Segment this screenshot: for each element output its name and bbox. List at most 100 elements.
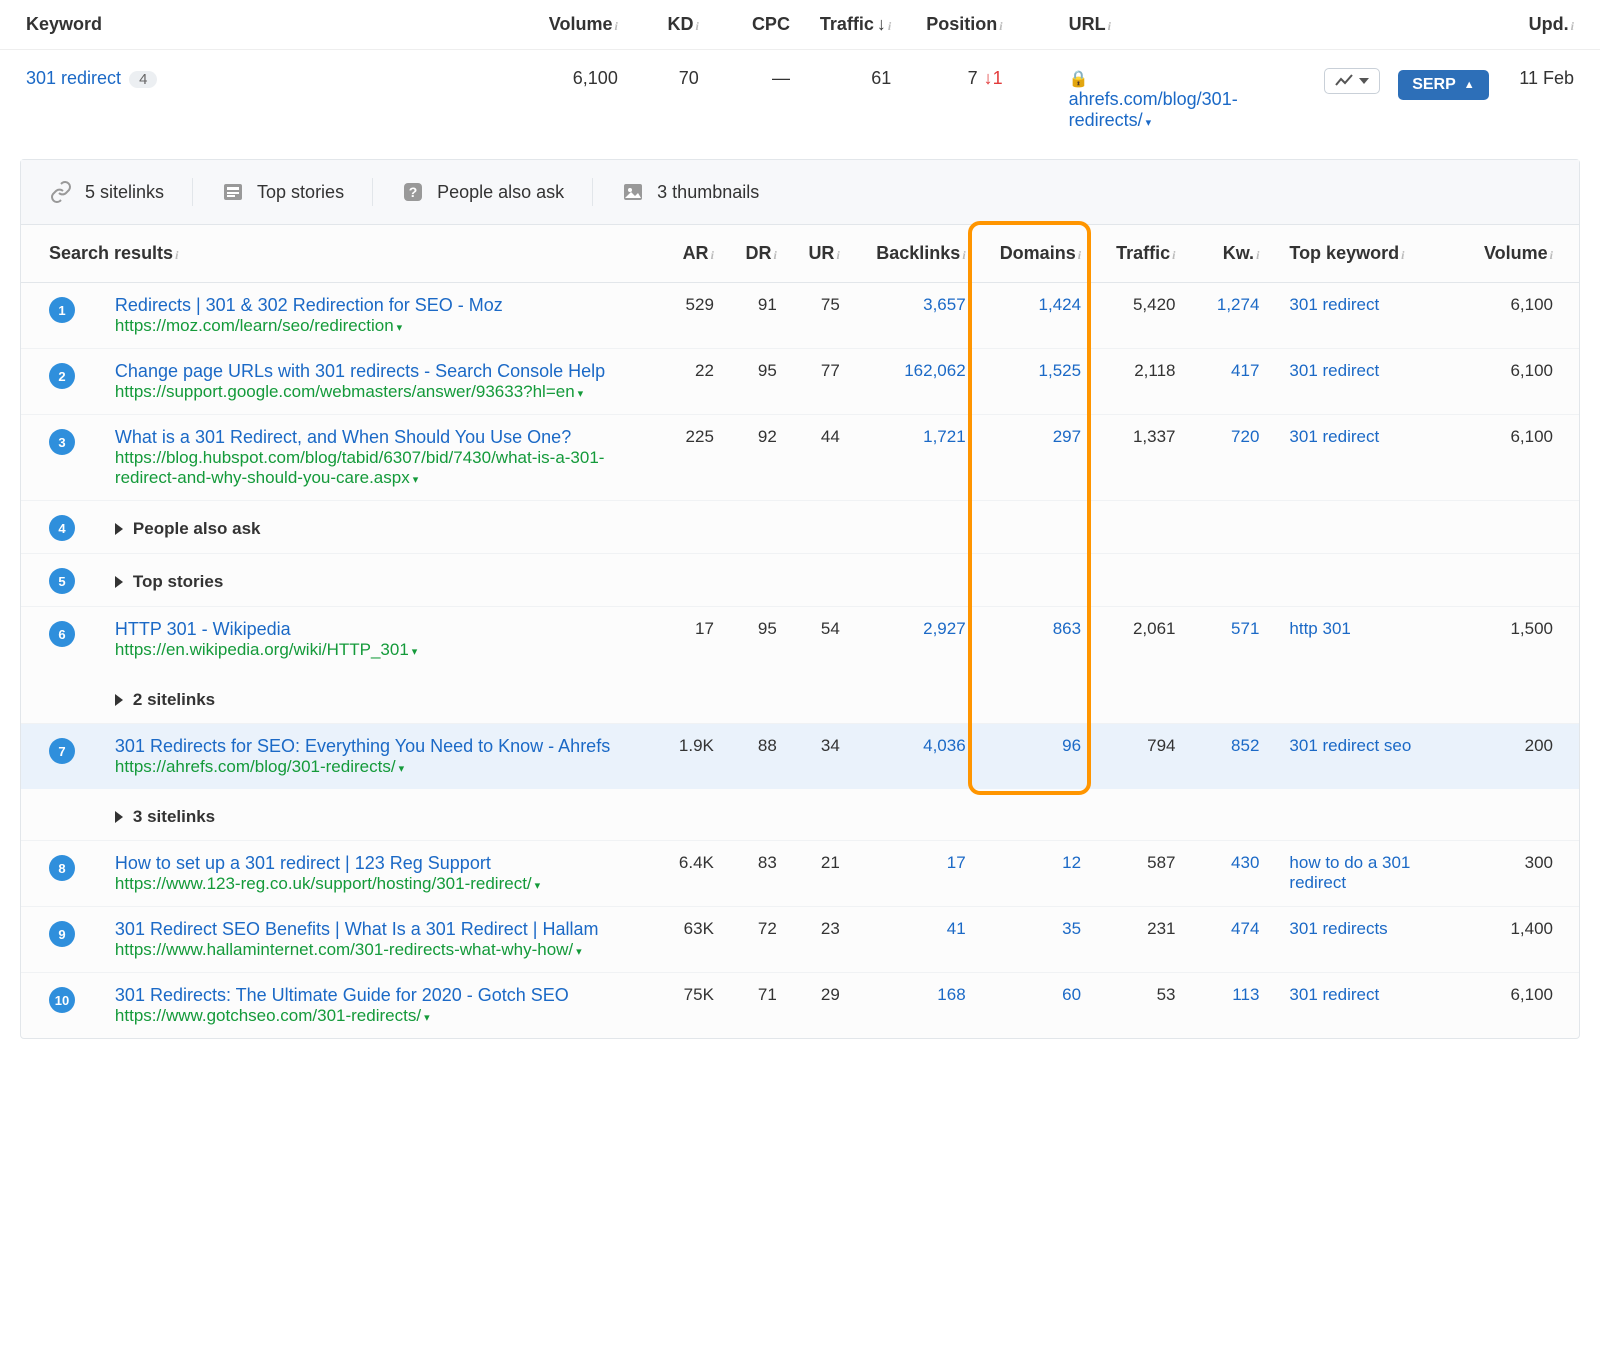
col-position[interactable]: Positioni [901, 0, 1012, 50]
info-icon[interactable]: i [1078, 248, 1081, 262]
kw-value[interactable]: 1,274 [1185, 283, 1269, 349]
col-dr[interactable]: DRi [724, 225, 787, 283]
serp-button[interactable]: SERP▲ [1398, 70, 1488, 100]
top-keyword-link[interactable]: 301 redirects [1269, 907, 1468, 973]
expand-sitelinks[interactable]: 3 sitelinks [115, 807, 215, 827]
col-volume[interactable]: Volumei [496, 0, 628, 50]
info-icon[interactable]: i [888, 19, 891, 33]
result-title-link[interactable]: What is a 301 Redirect, and When Should … [115, 427, 571, 447]
url-dropdown-icon[interactable]: ▾ [424, 1012, 430, 1024]
result-title-link[interactable]: 301 Redirect SEO Benefits | What Is a 30… [115, 919, 599, 939]
top-keyword-link[interactable]: 301 redirect [1269, 415, 1468, 501]
url-dropdown-icon[interactable]: ▾ [535, 880, 541, 892]
thumbnails-feature[interactable]: 3 thumbnails [621, 180, 759, 204]
info-icon[interactable]: i [836, 248, 839, 262]
info-icon[interactable]: i [1571, 19, 1574, 33]
result-title-link[interactable]: HTTP 301 - Wikipedia [115, 619, 291, 639]
result-url-link[interactable]: https://ahrefs.com/blog/301-redirects/ [115, 757, 396, 776]
domains-value[interactable]: 1,525 [976, 349, 1091, 415]
info-icon[interactable]: i [1108, 19, 1111, 33]
keyword-link[interactable]: 301 redirect [26, 68, 121, 88]
url-link[interactable]: ahrefs.com/blog/301-redirects/ [1069, 89, 1238, 130]
result-url-link[interactable]: https://moz.com/learn/seo/redirection [115, 316, 394, 335]
backlinks-value[interactable]: 168 [850, 973, 976, 1039]
top-keyword-link[interactable]: 301 redirect [1269, 349, 1468, 415]
kw-value[interactable]: 571 [1185, 607, 1269, 673]
kw-value[interactable]: 113 [1185, 973, 1269, 1039]
result-url-link[interactable]: https://blog.hubspot.com/blog/tabid/6307… [115, 448, 605, 487]
expand-sitelinks[interactable]: 2 sitelinks [115, 690, 215, 710]
domains-value[interactable]: 35 [976, 907, 1091, 973]
result-url-link[interactable]: https://www.123-reg.co.uk/support/hostin… [115, 874, 532, 893]
col-url[interactable]: URLi [1013, 0, 1297, 50]
col-ar[interactable]: ARi [650, 225, 723, 283]
info-icon[interactable]: i [774, 248, 777, 262]
top-keyword-link[interactable]: how to do a 301 redirect [1269, 841, 1468, 907]
info-icon[interactable]: i [1256, 248, 1259, 262]
result-url-link[interactable]: https://support.google.com/webmasters/an… [115, 382, 575, 401]
url-dropdown-icon[interactable]: ▾ [1146, 117, 1152, 129]
top-stories-feature[interactable]: Top stories [221, 180, 344, 204]
col-cpc[interactable]: CPC [709, 0, 800, 50]
result-title-link[interactable]: How to set up a 301 redirect | 123 Reg S… [115, 853, 491, 873]
kw-value[interactable]: 852 [1185, 724, 1269, 790]
result-title-link[interactable]: 301 Redirects: The Ultimate Guide for 20… [115, 985, 569, 1005]
backlinks-value[interactable]: 41 [850, 907, 976, 973]
top-keyword-link[interactable]: 301 redirect [1269, 973, 1468, 1039]
col-backlinks[interactable]: Backlinksi [850, 225, 976, 283]
result-url-link[interactable]: https://www.hallaminternet.com/301-redir… [115, 940, 573, 959]
col-keyword[interactable]: Keyword [0, 0, 496, 50]
domains-value[interactable]: 863 [976, 607, 1091, 673]
top-keyword-link[interactable]: 301 redirect [1269, 283, 1468, 349]
kw-value[interactable]: 474 [1185, 907, 1269, 973]
col-kd[interactable]: KDi [628, 0, 709, 50]
col-volume-r[interactable]: Volumei [1469, 225, 1579, 283]
result-title-link[interactable]: Redirects | 301 & 302 Redirection for SE… [115, 295, 503, 315]
info-icon[interactable]: i [1172, 248, 1175, 262]
kw-value[interactable]: 720 [1185, 415, 1269, 501]
info-icon[interactable]: i [711, 248, 714, 262]
col-traffic[interactable]: Traffic↓i [800, 0, 901, 50]
info-icon[interactable]: i [1550, 248, 1553, 262]
backlinks-value[interactable]: 162,062 [850, 349, 976, 415]
people-also-ask-feature[interactable]: ? People also ask [401, 180, 564, 204]
backlinks-value[interactable]: 17 [850, 841, 976, 907]
backlinks-value[interactable]: 3,657 [850, 283, 976, 349]
backlinks-value[interactable]: 4,036 [850, 724, 976, 790]
info-icon[interactable]: i [999, 19, 1002, 33]
info-icon[interactable]: i [1401, 248, 1404, 262]
col-domains[interactable]: Domainsi [976, 225, 1091, 283]
info-icon[interactable]: i [695, 19, 698, 33]
url-dropdown-icon[interactable]: ▾ [397, 322, 403, 334]
top-keyword-link[interactable]: 301 redirect seo [1269, 724, 1468, 790]
kw-value[interactable]: 417 [1185, 349, 1269, 415]
chart-toggle-button[interactable] [1324, 68, 1380, 94]
result-title-link[interactable]: Change page URLs with 301 redirects - Se… [115, 361, 605, 381]
result-url-link[interactable]: https://www.gotchseo.com/301-redirects/ [115, 1006, 421, 1025]
info-icon[interactable]: i [962, 248, 965, 262]
backlinks-value[interactable]: 1,721 [850, 415, 976, 501]
info-icon[interactable]: i [614, 19, 617, 33]
domains-value[interactable]: 12 [976, 841, 1091, 907]
url-dropdown-icon[interactable]: ▾ [578, 388, 584, 400]
col-traffic[interactable]: Traffici [1091, 225, 1185, 283]
col-upd[interactable]: Upd.i [1499, 0, 1600, 50]
kw-value[interactable]: 430 [1185, 841, 1269, 907]
expand-special[interactable]: Top stories [115, 572, 223, 592]
top-keyword-link[interactable]: http 301 [1269, 607, 1468, 673]
col-kw[interactable]: Kw.i [1185, 225, 1269, 283]
domains-value[interactable]: 60 [976, 973, 1091, 1039]
domains-value[interactable]: 1,424 [976, 283, 1091, 349]
domains-value[interactable]: 297 [976, 415, 1091, 501]
url-dropdown-icon[interactable]: ▾ [576, 946, 582, 958]
info-icon[interactable]: i [175, 248, 178, 262]
url-dropdown-icon[interactable]: ▾ [412, 646, 418, 658]
url-dropdown-icon[interactable]: ▾ [413, 474, 419, 486]
url-dropdown-icon[interactable]: ▾ [399, 763, 405, 775]
col-ur[interactable]: URi [787, 225, 850, 283]
col-search-results[interactable]: Search resultsi [21, 225, 650, 283]
backlinks-value[interactable]: 2,927 [850, 607, 976, 673]
domains-value[interactable]: 96 [976, 724, 1091, 790]
result-url-link[interactable]: https://en.wikipedia.org/wiki/HTTP_301 [115, 640, 409, 659]
expand-special[interactable]: People also ask [115, 519, 261, 539]
